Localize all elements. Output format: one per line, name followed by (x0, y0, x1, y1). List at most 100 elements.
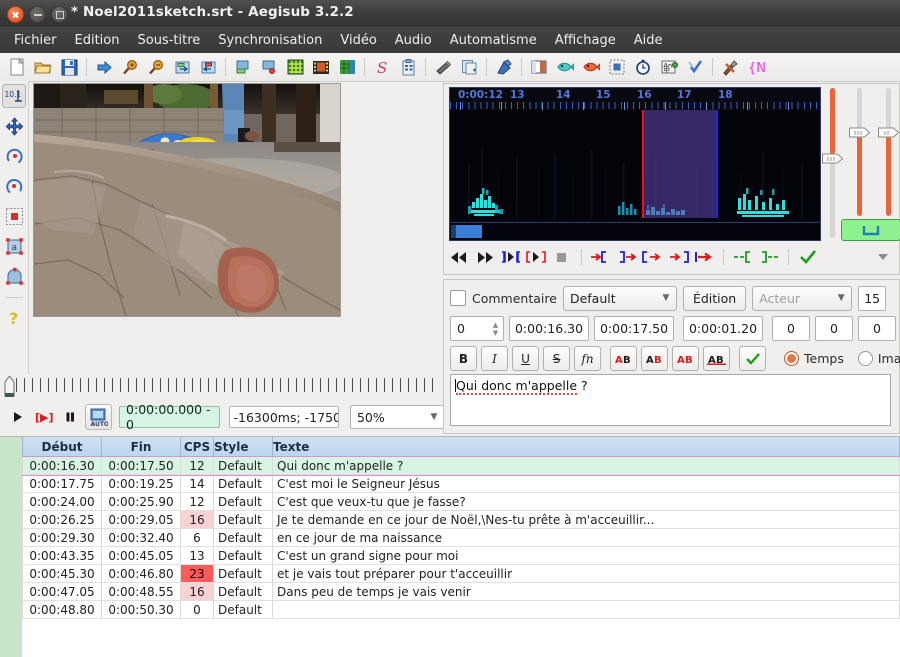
volume-slider[interactable] (878, 88, 900, 216)
audio-scroll-thumb[interactable] (452, 225, 482, 238)
kanji-timer-icon[interactable] (604, 55, 630, 79)
frame-radio[interactable] (857, 351, 873, 366)
save-subtitles-icon[interactable] (56, 55, 82, 79)
close-video-icon[interactable] (256, 55, 282, 79)
zoom-in-icon[interactable] (117, 55, 143, 79)
properties-icon[interactable] (334, 55, 360, 79)
video-current-time[interactable]: 0:00:00.000 - 0 (119, 402, 220, 432)
kanji-icon[interactable]: {N} (743, 55, 769, 79)
slider-knob[interactable] (822, 151, 844, 166)
pause-button[interactable] (59, 406, 82, 428)
standard-tool-icon[interactable]: 10.1 (2, 84, 26, 108)
rotate-xy-tool-icon[interactable] (2, 174, 26, 198)
table-row[interactable]: 50:00:29.300:00:32.406Defaulten ce jour … (0, 528, 900, 547)
table-row[interactable]: 90:00:48.800:00:50.300Default (0, 600, 900, 619)
audio-options-dropdown[interactable] (871, 246, 895, 268)
lead-in-button[interactable] (731, 246, 755, 268)
scale-tool-icon[interactable] (2, 204, 26, 228)
zoom-out-icon[interactable] (143, 55, 169, 79)
audio-waveform-display[interactable]: 0:00:12 13 14 15 16 17 18 (449, 87, 821, 241)
secondary-color-button[interactable]: AB (641, 346, 668, 371)
menu-sous-titre[interactable]: Sous-titre (128, 30, 209, 51)
play-current-line-button[interactable] (524, 246, 548, 268)
vertical-zoom-slider[interactable] (849, 88, 871, 216)
play-button[interactable] (6, 406, 29, 428)
select-lines-icon[interactable] (526, 55, 552, 79)
layer-spinner[interactable]: 0 ▲ ▼ (450, 316, 504, 341)
loop-selection-button[interactable] (841, 219, 900, 241)
subtitle-text-editor[interactable]: Qui donc m'appelle ? (450, 374, 891, 426)
vector-clip-tool-icon[interactable] (2, 264, 26, 288)
italic-button[interactable]: I (481, 346, 508, 371)
effect-field[interactable]: 15 (858, 285, 887, 311)
start-time-field[interactable]: 0:00:16.30 (509, 316, 589, 341)
play-next-line-button[interactable] (473, 246, 497, 268)
open-subtitles-icon[interactable] (30, 55, 56, 79)
play-previous-line-button[interactable] (447, 246, 471, 268)
styling-assistant-icon[interactable]: An 中 (656, 55, 682, 79)
strikeout-button[interactable]: S (543, 346, 570, 371)
commit-button[interactable] (796, 246, 820, 268)
table-row[interactable]: 10:00:16.300:00:17.5012DefaultQui donc m… (0, 455, 900, 476)
subtitle-grid[interactable]: # Début Fin CPS Style Texte 10:00:16.300… (0, 436, 900, 657)
menu-audio[interactable]: Audio (386, 30, 441, 51)
menu-fichier[interactable]: Fichier (5, 30, 66, 51)
auto-commit-button[interactable]: AUTO (84, 404, 113, 430)
edit-styles-button[interactable]: Édition (682, 285, 747, 311)
play-500ms-after-selection-start-button[interactable] (615, 246, 639, 268)
play-500ms-before-selection-start-button[interactable] (589, 246, 613, 268)
font-select-button[interactable]: fn (574, 346, 601, 371)
slider-knob[interactable] (878, 125, 900, 140)
fonts-collector-icon[interactable] (430, 55, 456, 79)
horizontal-zoom-slider[interactable] (822, 88, 844, 238)
table-row[interactable]: 30:00:24.000:00:25.9012DefaultC'est que … (0, 492, 900, 511)
column-header-style[interactable]: Style (213, 437, 273, 457)
open-video-icon[interactable] (230, 55, 256, 79)
menu-affichage[interactable]: Affichage (546, 30, 625, 51)
primary-color-button[interactable]: AB (610, 346, 637, 371)
shift-by-time-icon[interactable] (552, 55, 578, 79)
menu-video[interactable]: Vidéo (331, 30, 385, 51)
attachments-icon[interactable] (308, 55, 334, 79)
minimize-icon[interactable] (29, 6, 46, 23)
spell-check-done-icon[interactable] (682, 55, 708, 79)
audio-selection-region[interactable] (643, 110, 717, 218)
timing-clock-icon[interactable] (630, 55, 656, 79)
end-time-field[interactable]: 0:00:17.50 (594, 316, 674, 341)
commit-text-button[interactable] (739, 346, 766, 371)
new-subtitles-icon[interactable] (4, 55, 30, 79)
audio-horizontal-scrollbar[interactable] (450, 222, 820, 240)
table-row[interactable]: 70:00:45.300:00:46.8023Defaultet je vais… (0, 564, 900, 583)
timing-post-processor-icon[interactable] (578, 55, 604, 79)
jump-to-icon[interactable] (91, 55, 117, 79)
margin-right-field[interactable]: 0 (815, 316, 853, 341)
stop-button[interactable] (550, 246, 574, 268)
video-offset-info[interactable]: -16300ms; -1750 (228, 406, 339, 428)
drag-tool-icon[interactable] (2, 114, 26, 138)
rotate-z-tool-icon[interactable] (2, 144, 26, 168)
margin-vertical-field[interactable]: 0 (858, 316, 896, 341)
audio-scroll-thumb-grip[interactable] (451, 225, 456, 238)
paste-over-icon[interactable] (491, 55, 517, 79)
slider-knob[interactable] (849, 125, 871, 140)
comment-checkbox[interactable] (450, 290, 466, 306)
menu-automatisme[interactable]: Automatisme (441, 30, 546, 51)
table-row[interactable]: 20:00:17.750:00:19.2514DefaultC'est moi … (0, 474, 900, 493)
duration-field[interactable]: 0:00:01.20 (683, 316, 763, 341)
video-seek-bar[interactable] (0, 375, 440, 402)
translation-assistant-icon[interactable] (395, 55, 421, 79)
shift-times-back-icon[interactable] (195, 55, 221, 79)
table-row[interactable]: 40:00:26.250:00:29.0516DefaultJe te dema… (0, 510, 900, 529)
time-radio[interactable] (784, 351, 799, 366)
maximize-icon[interactable] (51, 6, 68, 23)
column-header-cps[interactable]: CPS (180, 437, 214, 457)
menu-aide[interactable]: Aide (625, 30, 672, 51)
column-header-start[interactable]: Début (22, 437, 102, 457)
resample-resolution-icon[interactable] (456, 55, 482, 79)
play-to-end-of-file-button[interactable] (692, 246, 716, 268)
automation-tools-icon[interactable] (717, 55, 743, 79)
shift-times-forward-icon[interactable] (169, 55, 195, 79)
seek-handle[interactable] (4, 375, 15, 400)
actor-dropdown[interactable]: Acteur ▼ (752, 285, 853, 311)
selection-start-marker[interactable] (642, 110, 644, 218)
